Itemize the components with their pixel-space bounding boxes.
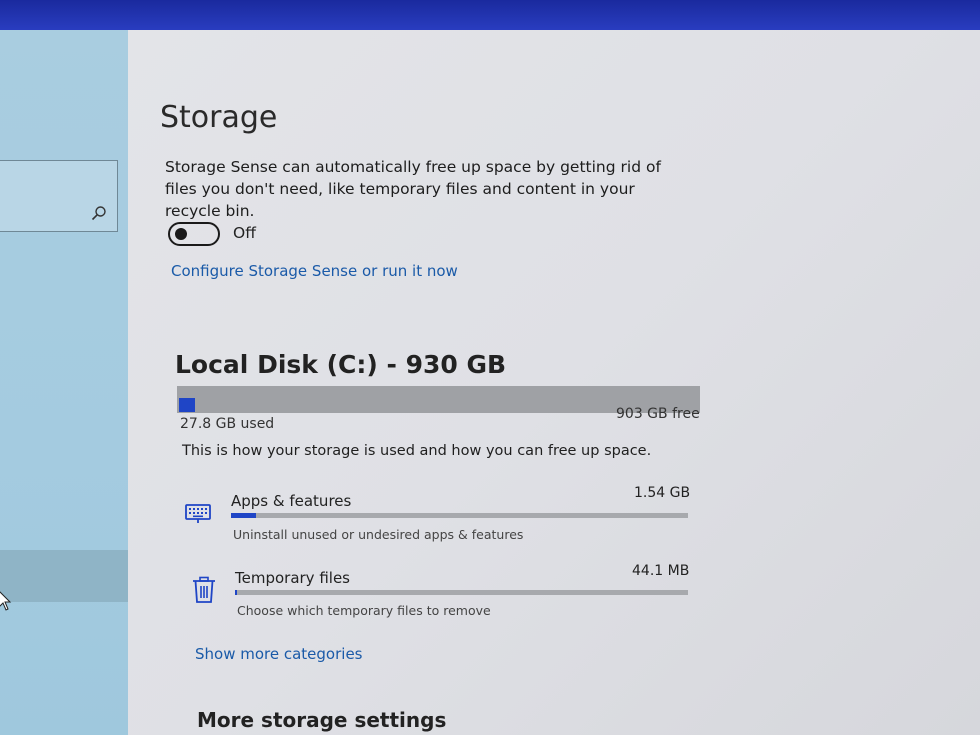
category-usage-fill (231, 513, 256, 518)
show-more-categories-link[interactable]: Show more categories (195, 645, 363, 663)
disk-free-label: 903 GB free (616, 406, 700, 422)
disk-title: Local Disk (C:) - 930 GB (175, 350, 507, 379)
trash-icon (193, 576, 215, 603)
category-usage-bar (231, 513, 688, 518)
taskbar-strip (0, 0, 980, 34)
category-subtitle: Uninstall unused or undesired apps & fea… (233, 527, 524, 542)
mouse-pointer-icon (0, 591, 12, 611)
category-size: 1.54 GB (634, 485, 691, 501)
keyboard-icon (185, 504, 211, 523)
toggle-state-label: Off (233, 224, 256, 242)
category-usage-bar (235, 590, 688, 595)
category-usage-fill (235, 590, 237, 595)
category-name: Temporary files (235, 569, 350, 587)
disk-usage-fill (179, 398, 195, 412)
category-size: 44.1 MB (632, 563, 690, 579)
usage-description: This is how your storage is used and how… (182, 443, 652, 459)
toggle-knob (175, 228, 187, 240)
search-input[interactable] (0, 160, 118, 232)
more-storage-settings-heading: More storage settings (197, 708, 447, 732)
category-subtitle: Choose which temporary files to remove (237, 603, 491, 618)
storage-content-pane (128, 30, 980, 735)
page-title: Storage (160, 100, 278, 135)
category-name: Apps & features (231, 492, 352, 510)
storage-sense-description: Storage Sense can automatically free up … (165, 158, 661, 220)
search-icon (91, 206, 106, 221)
storage-sense-toggle[interactable] (168, 222, 220, 246)
disk-used-label: 27.8 GB used (180, 416, 275, 432)
configure-storage-sense-link[interactable]: Configure Storage Sense or run it now (171, 262, 458, 280)
